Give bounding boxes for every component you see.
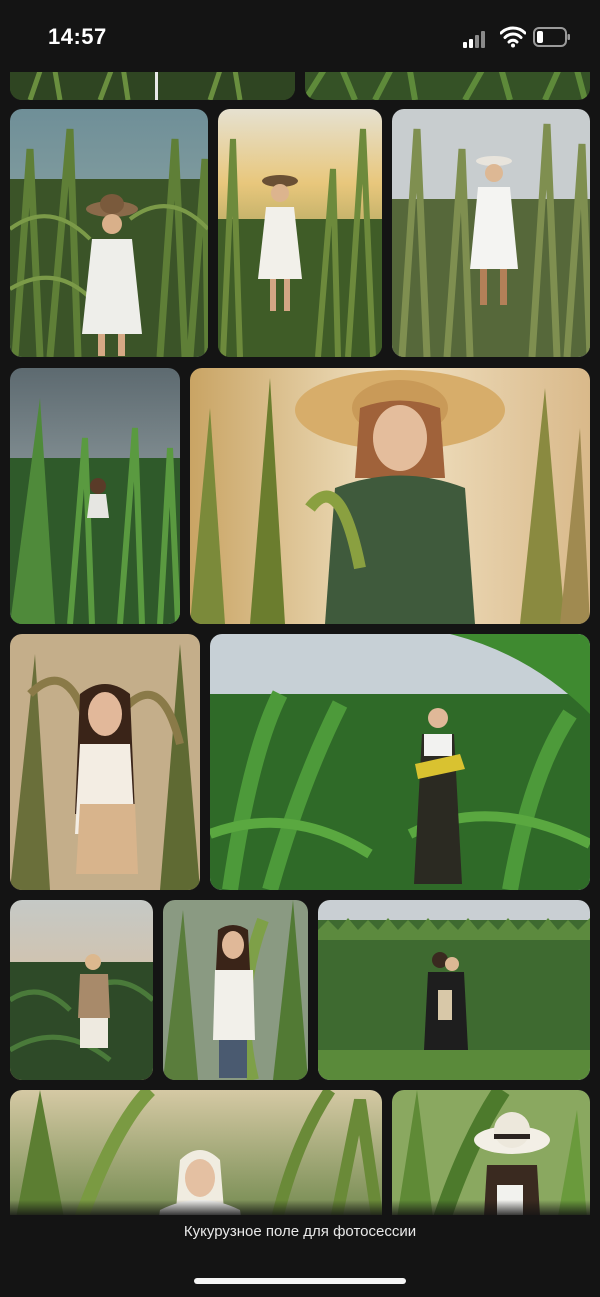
photo-tile[interactable] xyxy=(10,634,200,890)
photo-tile[interactable] xyxy=(210,634,590,890)
photo-gallery[interactable] xyxy=(0,72,600,1215)
photo-tile[interactable] xyxy=(10,109,208,357)
cellular-signal-icon xyxy=(463,30,491,53)
photo-tile[interactable] xyxy=(392,1090,590,1215)
gallery-caption: Кукурузное поле для фотосессии xyxy=(183,1223,417,1240)
photo-tile[interactable] xyxy=(218,109,382,357)
battery-icon xyxy=(533,27,571,52)
photo-tile[interactable] xyxy=(10,72,295,100)
photo-tile[interactable] xyxy=(190,368,590,624)
status-bar: 14:57 xyxy=(0,0,600,72)
photo-tile[interactable] xyxy=(318,900,590,1080)
photo-tile[interactable] xyxy=(392,109,590,357)
photo-tile[interactable] xyxy=(10,368,180,624)
wifi-icon xyxy=(499,26,527,53)
home-indicator[interactable] xyxy=(194,1278,406,1284)
status-time: 14:57 xyxy=(48,24,107,49)
gallery-fade xyxy=(0,1200,600,1218)
photo-tile[interactable] xyxy=(10,900,153,1080)
photo-tile[interactable] xyxy=(10,1090,382,1215)
photo-tile[interactable] xyxy=(163,900,308,1080)
photo-tile[interactable] xyxy=(305,72,590,100)
